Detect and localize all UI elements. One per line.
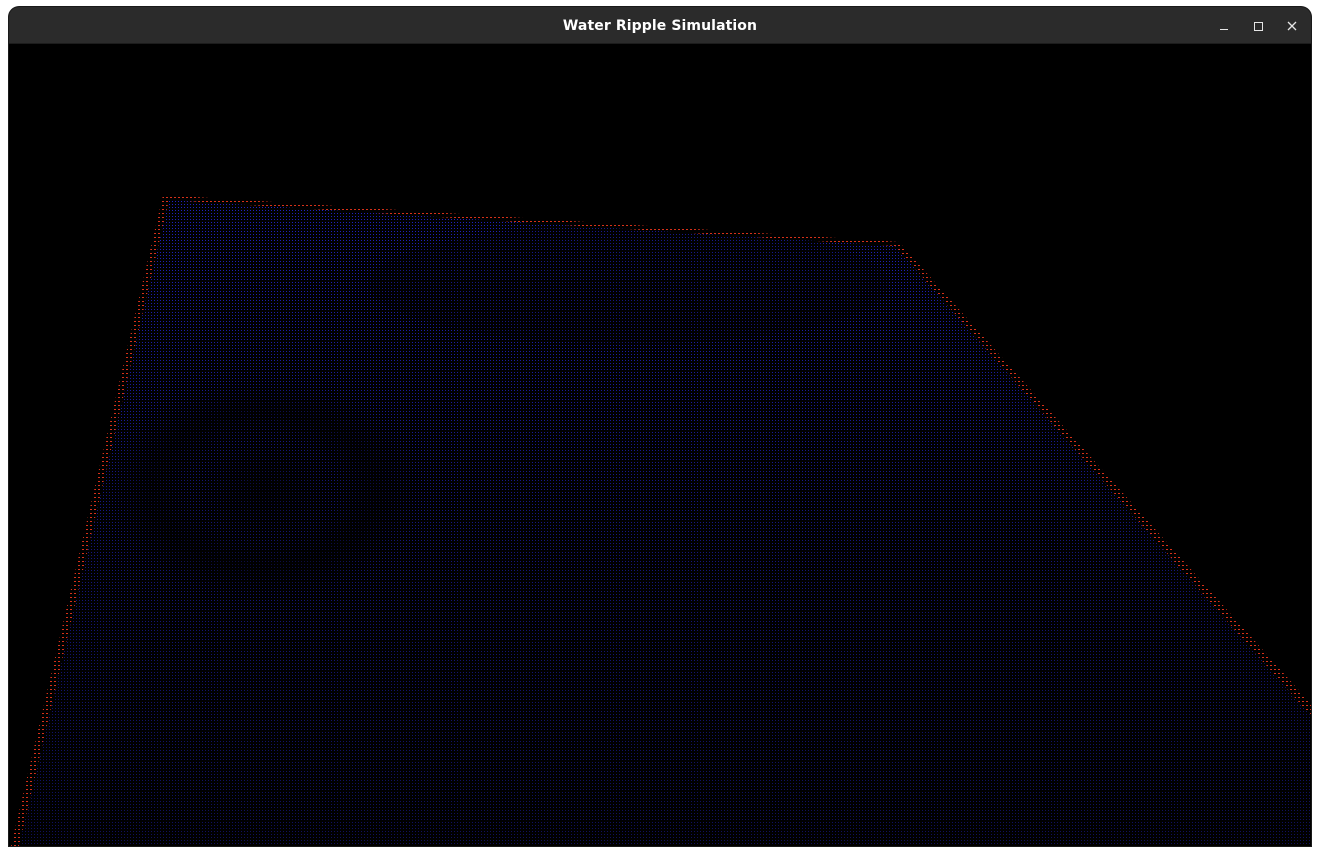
close-icon bbox=[1287, 21, 1297, 31]
maximize-button[interactable] bbox=[1245, 13, 1271, 39]
maximize-icon bbox=[1253, 21, 1263, 31]
ripple-ring bbox=[104, 379, 424, 599]
close-button[interactable] bbox=[1279, 13, 1305, 39]
minimize-button[interactable] bbox=[1211, 13, 1237, 39]
water-mesh-render bbox=[11, 195, 1311, 846]
minimize-icon bbox=[1220, 29, 1228, 30]
window-title: Water Ripple Simulation bbox=[562, 18, 758, 34]
simulation-viewport[interactable] bbox=[9, 44, 1311, 846]
title-bar[interactable]: Water Ripple Simulation bbox=[9, 7, 1311, 44]
app-window: Water Ripple Simulation bbox=[9, 7, 1311, 846]
